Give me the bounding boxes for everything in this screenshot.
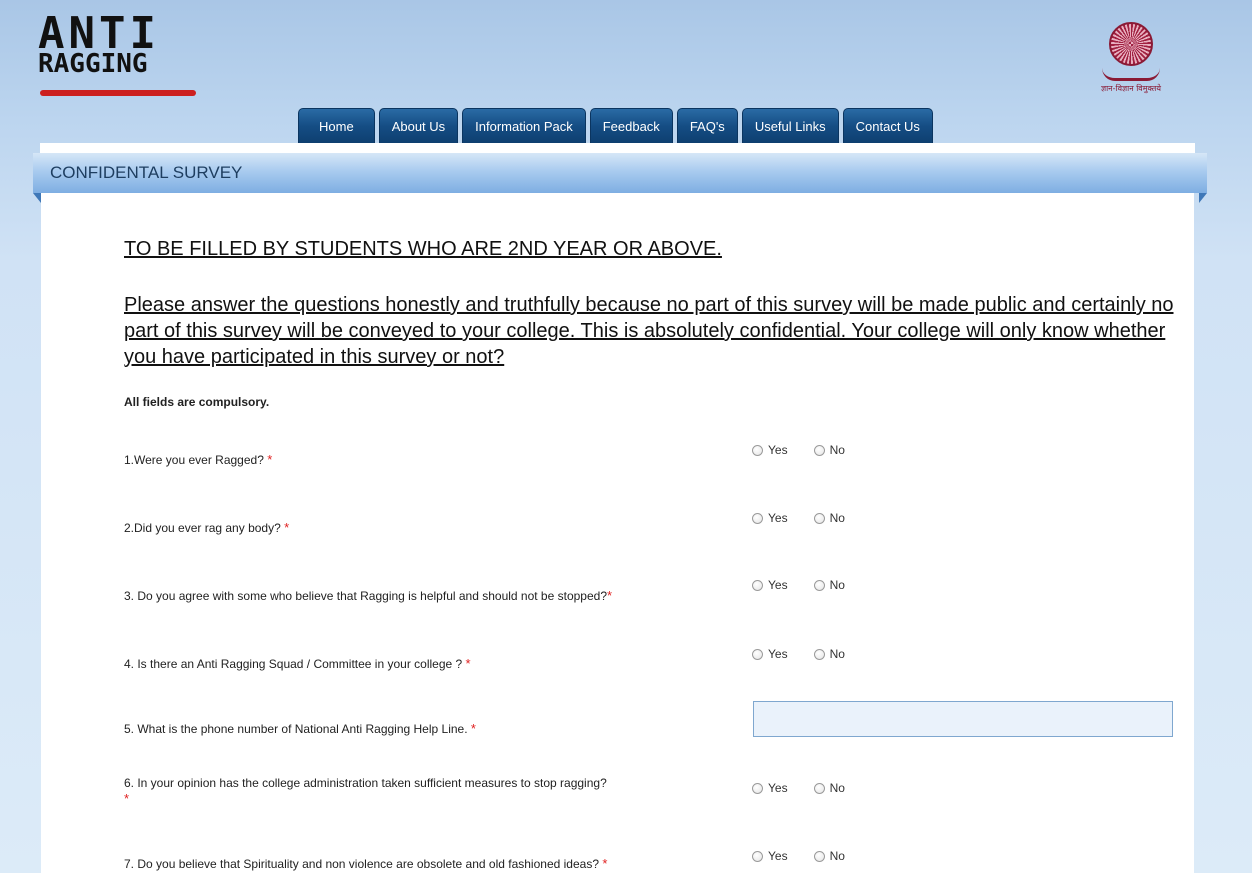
question-2: 2.Did you ever rag any body? *: [124, 520, 724, 536]
section-header: CONFIDENTAL SURVEY: [33, 153, 1207, 193]
required-asterisk: *: [465, 656, 471, 671]
required-asterisk: *: [470, 721, 476, 736]
question-1-text: 1.Were you ever Ragged?: [124, 453, 268, 467]
book-icon: [1102, 68, 1160, 81]
q7-yes-label: Yes: [768, 849, 788, 863]
nav-faqs[interactable]: FAQ's: [676, 108, 738, 143]
q7-no-radio[interactable]: [813, 850, 825, 862]
q7-yes-radio[interactable]: [752, 850, 763, 862]
section-title: CONFIDENTAL SURVEY: [50, 163, 243, 182]
q4-yes-option[interactable]: Yes: [752, 647, 788, 661]
required-asterisk: *: [124, 791, 130, 806]
q6-yes-label: Yes: [768, 781, 788, 795]
q3-no-option[interactable]: No: [813, 578, 845, 592]
q4-no-label: No: [829, 647, 845, 661]
nav-useful-links[interactable]: Useful Links: [741, 108, 839, 143]
logo-line-1: ANTI: [38, 8, 160, 59]
question-2-options: Yes No: [752, 511, 871, 525]
q6-no-radio[interactable]: [813, 782, 825, 794]
q1-no-option[interactable]: No: [813, 443, 845, 457]
q2-yes-option[interactable]: Yes: [752, 511, 788, 525]
q2-yes-radio[interactable]: [752, 512, 763, 524]
q2-yes-label: Yes: [768, 511, 788, 525]
q3-no-radio[interactable]: [813, 579, 825, 591]
q1-yes-radio[interactable]: [752, 444, 763, 456]
question-3-text: 3. Do you agree with some who believe th…: [124, 589, 607, 603]
ugc-emblem-icon: [1109, 22, 1153, 66]
logo-underline: [40, 90, 196, 96]
required-asterisk: *: [602, 856, 608, 871]
q1-no-label: No: [829, 443, 845, 457]
q2-no-option[interactable]: No: [813, 511, 845, 525]
survey-notice: Please answer the questions honestly and…: [124, 294, 1174, 368]
anti-ragging-logo[interactable]: ANTI RAGGING: [38, 8, 198, 98]
q3-no-label: No: [829, 578, 845, 592]
question-3-options: Yes No: [752, 578, 871, 592]
q3-yes-option[interactable]: Yes: [752, 578, 788, 592]
logo-line-2: RAGGING: [38, 49, 148, 79]
question-6-text: 6. In your opinion has the college admin…: [124, 776, 607, 790]
nav-contact-us[interactable]: Contact Us: [842, 108, 933, 143]
q1-no-radio[interactable]: [813, 444, 825, 456]
question-7: 7. Do you believe that Spirituality and …: [124, 856, 724, 872]
ugc-emblem: ज्ञान-विज्ञान विमुक्तये: [1086, 22, 1176, 98]
helpline-number-input[interactable]: [753, 701, 1173, 737]
question-4-text: 4. Is there an Anti Ragging Squad / Comm…: [124, 657, 466, 671]
ribbon-fold-right: [1199, 193, 1207, 203]
question-3: 3. Do you agree with some who believe th…: [124, 588, 744, 604]
question-1: 1.Were you ever Ragged? *: [124, 452, 724, 468]
question-7-options: Yes No: [752, 849, 871, 863]
q4-yes-label: Yes: [768, 647, 788, 661]
question-1-options: Yes No: [752, 443, 871, 457]
question-4-options: Yes No: [752, 647, 871, 661]
q2-no-label: No: [829, 511, 845, 525]
nav-feedback[interactable]: Feedback: [589, 108, 673, 143]
nav-about-us[interactable]: About Us: [378, 108, 459, 143]
question-4: 4. Is there an Anti Ragging Squad / Comm…: [124, 656, 724, 672]
q3-yes-radio[interactable]: [752, 579, 763, 591]
q3-yes-label: Yes: [768, 578, 788, 592]
required-asterisk: *: [267, 452, 273, 467]
required-asterisk: *: [284, 520, 290, 535]
main-nav: Home About Us Information Pack Feedback …: [298, 108, 933, 143]
question-6-options: Yes No: [752, 781, 871, 795]
question-2-text: 2.Did you ever rag any body?: [124, 521, 285, 535]
question-5: 5. What is the phone number of National …: [124, 721, 724, 737]
q6-yes-option[interactable]: Yes: [752, 781, 788, 795]
emblem-caption: ज्ञान-विज्ञान विमुक्तये: [1100, 84, 1162, 93]
q4-yes-radio[interactable]: [752, 648, 763, 660]
q7-yes-option[interactable]: Yes: [752, 849, 788, 863]
q4-no-radio[interactable]: [813, 648, 825, 660]
q4-no-option[interactable]: No: [813, 647, 845, 661]
q6-no-option[interactable]: No: [813, 781, 845, 795]
question-5-text: 5. What is the phone number of National …: [124, 722, 471, 736]
survey-heading: TO BE FILLED BY STUDENTS WHO ARE 2ND YEA…: [124, 238, 722, 260]
q7-no-option[interactable]: No: [813, 849, 845, 863]
ribbon-fold-left: [33, 193, 41, 203]
nav-home[interactable]: Home: [298, 108, 375, 143]
required-asterisk: *: [607, 588, 613, 603]
q1-yes-label: Yes: [768, 443, 788, 457]
q7-no-label: No: [829, 849, 845, 863]
q2-no-radio[interactable]: [813, 512, 825, 524]
q1-yes-option[interactable]: Yes: [752, 443, 788, 457]
required-note: All fields are compulsory.: [124, 395, 270, 409]
nav-underline-strip: [40, 143, 1195, 153]
nav-information-pack[interactable]: Information Pack: [462, 108, 586, 143]
question-7-text: 7. Do you believe that Spirituality and …: [124, 857, 603, 871]
question-6: 6. In your opinion has the college admin…: [124, 775, 724, 807]
q6-no-label: No: [829, 781, 845, 795]
q6-yes-radio[interactable]: [752, 782, 763, 794]
